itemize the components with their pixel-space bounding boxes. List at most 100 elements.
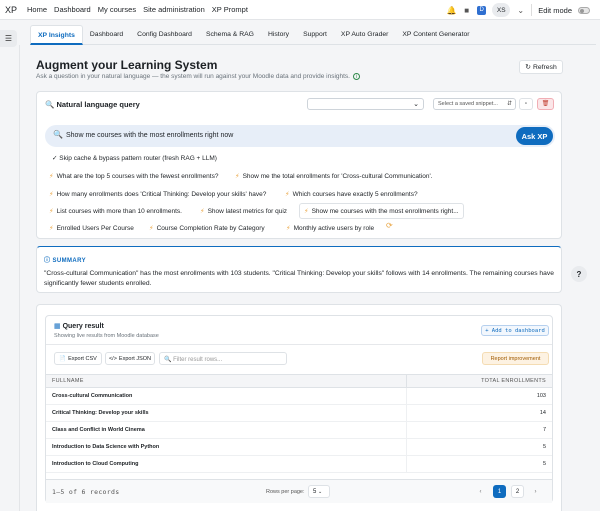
suggestion-chip[interactable]: ⚡ Show me courses with the most enrollmen… xyxy=(299,203,464,219)
chevron-right-icon: › xyxy=(534,488,537,495)
check-icon: ✓ xyxy=(52,155,58,162)
export-csv-label: Export CSV xyxy=(68,355,97,362)
drawer-divider xyxy=(19,45,20,511)
result-title: ▦ Query result xyxy=(54,322,104,330)
bolt-icon: ⚡ xyxy=(200,208,205,215)
export-json-button[interactable]: </> Export JSON xyxy=(105,352,155,365)
refresh-button[interactable]: ↻ Refresh xyxy=(519,60,563,74)
chevron-left-icon: ‹ xyxy=(479,488,482,495)
snippet-select[interactable]: Select a saved snippet... ⇵ xyxy=(433,98,516,110)
suggestion-chip[interactable]: ⚡ List courses with more than 10 enrollme… xyxy=(45,204,186,218)
nav-site-administration[interactable]: Site administration xyxy=(143,5,205,14)
bookmark-icon: ▫ xyxy=(524,101,528,107)
bolt-icon: ⚡ xyxy=(49,208,54,215)
suggestion-chip[interactable]: ⚡ Which courses have exactly 5 enrollment… xyxy=(281,187,422,201)
suggestion-text: Show me the total enrollments for 'Cross… xyxy=(242,173,433,180)
tab-xp-auto-grader[interactable]: XP Auto Grader xyxy=(334,25,395,45)
prev-page-button[interactable]: ‹ xyxy=(474,485,487,498)
suggestion-text: Which courses have exactly 5 enrollments… xyxy=(292,191,418,198)
tab-config-dashboard[interactable]: Config Dashboard xyxy=(130,25,199,45)
suggestion-chip[interactable]: ⚡ Monthly active users by role xyxy=(282,221,379,235)
query-title: 🔍 Natural language query xyxy=(45,100,140,109)
next-page-button[interactable]: › xyxy=(529,485,542,498)
avatar[interactable]: XS xyxy=(492,3,511,17)
cell-fullname: Introduction to Data Science with Python xyxy=(46,438,406,456)
tab-xp-content-generator[interactable]: XP Content Generator xyxy=(395,25,476,45)
code-icon: </> xyxy=(108,355,117,362)
loading-spinner-icon: ⟳ xyxy=(386,221,393,230)
history-select[interactable]: ⌄ xyxy=(307,98,424,110)
query-card: 🔍 Natural language query ⌄ Select a save… xyxy=(36,91,562,239)
tab-xp-insights[interactable]: XP Insights xyxy=(30,25,83,45)
bookmark-button[interactable]: ▫ xyxy=(519,98,533,110)
add-to-dashboard-button[interactable]: + Add to dashboard xyxy=(481,325,549,336)
rows-per-page-select[interactable]: 5 ⌄ xyxy=(308,485,330,498)
filter-placeholder: Filter result rows... xyxy=(173,357,223,363)
ask-xp-button[interactable]: Ask XP xyxy=(516,127,553,145)
nav-my-courses[interactable]: My courses xyxy=(98,5,136,14)
result-subtitle: Showing live results from Moodle databas… xyxy=(54,333,159,339)
rows-per-page-value: 5 xyxy=(313,489,317,495)
table-row: Introduction to Data Science with Python… xyxy=(46,438,552,456)
tab-dashboard[interactable]: Dashboard xyxy=(83,25,130,45)
report-improvement-button[interactable]: Report improvement xyxy=(482,352,549,365)
cell-fullname: Introduction to Cloud Computing xyxy=(46,455,406,473)
export-json-label: Export JSON xyxy=(118,355,152,362)
column-header-fullname[interactable]: FULLNAME xyxy=(46,374,406,388)
tab-history[interactable]: History xyxy=(261,25,296,45)
suggestion-chip[interactable]: ⚡ What are the top 5 courses with the few… xyxy=(45,169,223,183)
cell-fullname: Critical Thinking: Develop your skills xyxy=(46,404,406,422)
delete-button[interactable]: 🗑 xyxy=(537,98,554,110)
cell-fullname: Cross-cultural Communication xyxy=(46,387,406,405)
snippet-placeholder: Select a saved snippet... xyxy=(438,101,498,107)
summary-label-text: SUMMARY xyxy=(52,258,87,264)
query-input[interactable]: 🔍 Show me courses with the most enrollme… xyxy=(45,125,555,147)
nav-dashboard[interactable]: Dashboard xyxy=(54,5,91,14)
summary-card: ⓘ SUMMARY "Cross-cultural Communication"… xyxy=(36,246,562,293)
page-button-2[interactable]: 2 xyxy=(511,485,524,498)
nav-home[interactable]: Home xyxy=(27,5,47,14)
tab-support[interactable]: Support xyxy=(296,25,334,45)
bolt-icon: ⚡ xyxy=(235,173,240,180)
chat-icon[interactable]: ■ xyxy=(462,6,471,15)
refresh-icon: ↻ xyxy=(525,64,531,71)
suggestion-chip[interactable]: ⚡ Show me the total enrollments for 'Cros… xyxy=(231,169,437,183)
result-container: ▦ Query result Showing live results from… xyxy=(36,304,562,511)
app-badge-icon[interactable]: D xyxy=(477,5,487,15)
nav-xp-prompt[interactable]: XP Prompt xyxy=(212,5,248,14)
bolt-icon: ⚡ xyxy=(49,173,54,180)
suggestion-chip[interactable]: ⚡ Enrolled Users Per Course xyxy=(45,221,138,235)
bolt-icon: ⚡ xyxy=(286,225,291,232)
result-table: FULLNAME TOTAL ENROLLMENTS Cross-cultura… xyxy=(46,374,552,473)
edit-mode-label: Edit mode xyxy=(538,5,572,15)
suggestion-text: List courses with more than 10 enrollmen… xyxy=(56,208,182,215)
skip-cache-label: Skip cache & bypass pattern router (fres… xyxy=(59,155,217,162)
page-button-1[interactable]: 1 xyxy=(493,485,506,498)
edit-mode-toggle[interactable] xyxy=(578,6,590,14)
suggestion-chip[interactable]: ⚡ Show latest metrics for quiz xyxy=(196,204,292,218)
top-navbar: XP Home Dashboard My courses Site admini… xyxy=(0,0,600,20)
help-button[interactable]: ? xyxy=(571,266,587,282)
query-input-value[interactable]: Show me courses with the most enrollment… xyxy=(66,132,233,139)
chevron-down-icon: ⌄ xyxy=(413,101,419,108)
suggestion-text: Show me courses with the most enrollment… xyxy=(311,208,459,215)
info-icon[interactable]: i xyxy=(352,73,360,80)
sort-icon: ⇵ xyxy=(506,101,512,107)
bell-icon[interactable]: 🔔 xyxy=(447,6,457,15)
filter-rows-input[interactable]: 🔍 Filter result rows... xyxy=(159,352,287,365)
chevron-down-icon[interactable]: ⌄ xyxy=(516,6,525,15)
export-csv-button[interactable]: 📄 Export CSV xyxy=(54,352,102,365)
drawer-toggle-button[interactable]: ☰ xyxy=(0,30,17,47)
site-brand[interactable]: XP xyxy=(0,5,27,15)
records-count: 1–5 of 6 records xyxy=(52,488,120,496)
suggestion-chip[interactable]: ⚡ Course Completion Rate by Category xyxy=(145,221,269,235)
table-footer: 1–5 of 6 records Rows per page: 5 ⌄ ‹ 1 … xyxy=(46,479,552,503)
cell-total-enrollments: 7 xyxy=(405,421,552,439)
suggestion-text: Monthly active users by role xyxy=(293,225,375,232)
tab-schema-rag[interactable]: Schema & RAG xyxy=(199,25,261,45)
suggestion-chip[interactable]: ⚡ How many enrollments does 'Critical Thi… xyxy=(45,187,271,201)
search-icon: 🔍 xyxy=(164,357,172,363)
column-header-total-enrollments[interactable]: TOTAL ENROLLMENTS xyxy=(405,374,552,388)
table-row: Critical Thinking: Develop your skills 14 xyxy=(46,404,552,422)
skip-cache-checkbox[interactable]: ✓ Skip cache & bypass pattern router (fr… xyxy=(52,154,217,162)
